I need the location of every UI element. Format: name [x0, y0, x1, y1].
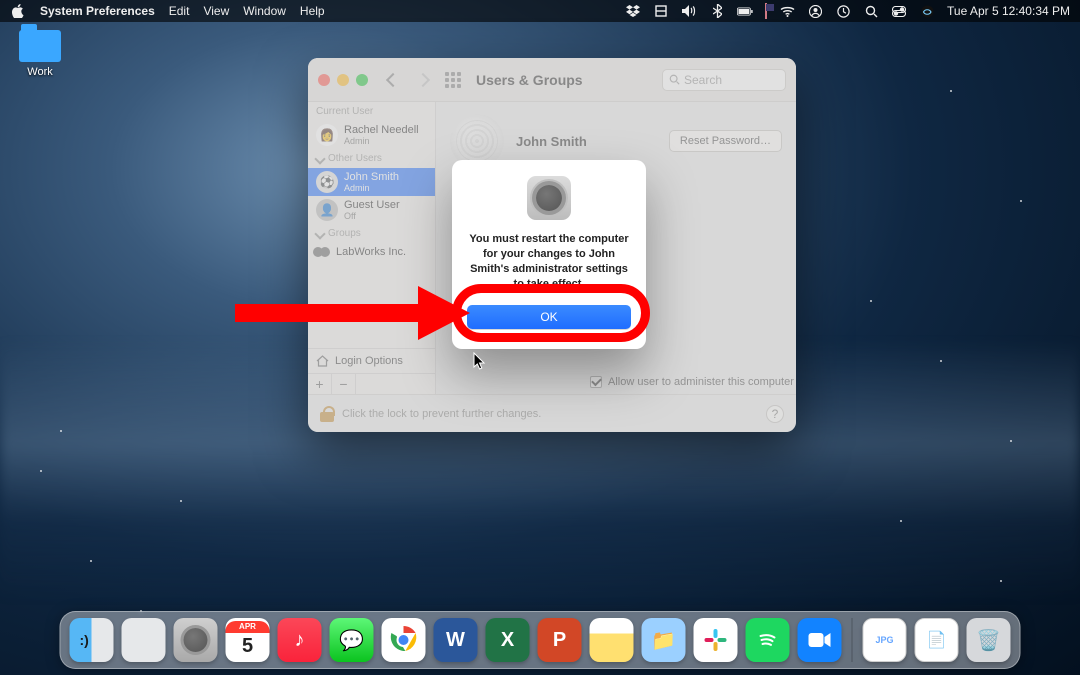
- menu-window[interactable]: Window: [243, 4, 286, 18]
- dropbox-icon[interactable]: [625, 3, 641, 19]
- menu-edit[interactable]: Edit: [169, 4, 190, 18]
- login-options-label: Login Options: [335, 355, 403, 367]
- remove-user-button[interactable]: −: [332, 374, 356, 394]
- menu-clock[interactable]: Tue Apr 5 12:40:34 PM: [947, 4, 1070, 18]
- sidebar-group-labworks[interactable]: LabWorks Inc.: [308, 243, 435, 261]
- window-title: Users & Groups: [476, 72, 583, 88]
- dock-zoom-icon[interactable]: [798, 618, 842, 662]
- bluetooth-icon[interactable]: [709, 3, 725, 19]
- folder-label: Work: [12, 66, 68, 78]
- calendar-day-label: 5: [242, 633, 253, 659]
- lock-icon[interactable]: [320, 406, 334, 422]
- dock-launchpad-icon[interactable]: [122, 618, 166, 662]
- calendar-month-label: APR: [226, 621, 270, 633]
- groups-header: Groups: [308, 224, 435, 243]
- system-preferences-app-icon: [527, 176, 571, 220]
- siri-icon[interactable]: [919, 3, 935, 19]
- search-input[interactable]: Search: [662, 69, 786, 91]
- checkbox-icon: [590, 376, 602, 388]
- house-icon: [316, 355, 329, 367]
- show-all-button[interactable]: [442, 69, 464, 91]
- dock-recent-doc-icon[interactable]: JPG: [863, 618, 907, 662]
- battery-icon[interactable]: [737, 3, 753, 19]
- dock-calendar-icon[interactable]: APR5: [226, 618, 270, 662]
- current-user-header: Current User: [308, 102, 435, 121]
- avatar-icon: 👩: [316, 124, 338, 146]
- dock-system-preferences-icon[interactable]: [174, 618, 218, 662]
- desktop-folder-work[interactable]: Work: [12, 30, 68, 78]
- lock-text: Click the lock to prevent further change…: [342, 408, 541, 420]
- search-placeholder: Search: [684, 73, 722, 87]
- app-menu[interactable]: System Preferences: [40, 4, 155, 18]
- apple-menu-icon[interactable]: [10, 3, 26, 19]
- user-name-label: John Smith: [344, 171, 399, 183]
- restart-required-dialog: You must restart the computer for your c…: [452, 160, 646, 349]
- window-titlebar: Users & Groups Search: [308, 58, 796, 102]
- sidebar-user-john-smith[interactable]: ⚽ John Smith Admin: [308, 168, 435, 196]
- avatar-icon: 👤: [316, 199, 338, 221]
- user-role-label: Off: [344, 211, 400, 221]
- group-name-label: LabWorks Inc.: [336, 246, 406, 258]
- add-user-button[interactable]: +: [308, 374, 332, 394]
- user-name-label: Rachel Needell: [344, 124, 419, 136]
- sidebar-user-guest[interactable]: 👤 Guest User Off: [308, 196, 435, 224]
- help-button[interactable]: ?: [766, 405, 784, 423]
- dock-messages-icon[interactable]: 💬: [330, 618, 374, 662]
- selected-user-name: John Smith: [516, 134, 587, 149]
- dock-separator: [852, 618, 853, 662]
- wifi-icon[interactable]: [779, 3, 795, 19]
- dock-word-icon[interactable]: W: [434, 618, 478, 662]
- window-minimize-button[interactable]: [337, 74, 349, 86]
- input-flag-icon[interactable]: [765, 4, 767, 18]
- window-footer: Click the lock to prevent further change…: [308, 394, 796, 432]
- user-role-label: Admin: [344, 183, 399, 193]
- user-switch-icon[interactable]: [807, 3, 823, 19]
- dock-excel-icon[interactable]: X: [486, 618, 530, 662]
- other-users-header: Other Users: [308, 149, 435, 168]
- dock-trash-icon[interactable]: 🗑️: [967, 618, 1011, 662]
- dock-music-icon[interactable]: ♪: [278, 618, 322, 662]
- dialog-message: You must restart the computer for your c…: [466, 232, 632, 291]
- forward-button[interactable]: [412, 69, 434, 91]
- dock-slack-icon[interactable]: [694, 618, 738, 662]
- dock-recent-doc-icon[interactable]: 📄: [915, 618, 959, 662]
- reset-password-button[interactable]: Reset Password…: [669, 130, 782, 152]
- window-close-button[interactable]: [318, 74, 330, 86]
- group-icon: [316, 247, 330, 257]
- login-options-button[interactable]: Login Options: [308, 348, 435, 373]
- menu-bar: System Preferences Edit View Window Help…: [0, 0, 1080, 22]
- window-zoom-button[interactable]: [356, 74, 368, 86]
- user-role-label: Admin: [344, 136, 419, 146]
- back-button[interactable]: [382, 69, 404, 91]
- spotlight-icon[interactable]: [863, 3, 879, 19]
- sidebar-current-user[interactable]: 👩 Rachel Needell Admin: [308, 121, 435, 149]
- menu-view[interactable]: View: [203, 4, 229, 18]
- dock-finder-icon[interactable]: [70, 618, 114, 662]
- dock-spotify-icon[interactable]: [746, 618, 790, 662]
- users-sidebar: Current User 👩 Rachel Needell Admin Othe…: [308, 102, 436, 394]
- dock-powerpoint-icon[interactable]: P: [538, 618, 582, 662]
- box-status-icon[interactable]: [653, 3, 669, 19]
- folder-icon: [19, 30, 61, 62]
- dock-chrome-icon[interactable]: [382, 618, 426, 662]
- volume-icon[interactable]: [681, 3, 697, 19]
- dock: APR5 ♪ 💬 W X P 📁 JPG 📄 🗑️: [60, 611, 1021, 669]
- user-name-label: Guest User: [344, 199, 400, 211]
- admin-checkbox-row[interactable]: Allow user to administer this computer: [590, 376, 794, 388]
- ok-button[interactable]: OK: [467, 305, 631, 329]
- clock-status-icon[interactable]: [835, 3, 851, 19]
- desktop: System Preferences Edit View Window Help…: [0, 0, 1080, 675]
- admin-checkbox-label: Allow user to administer this computer: [608, 376, 794, 388]
- menu-help[interactable]: Help: [300, 4, 325, 18]
- dock-folder-icon[interactable]: 📁: [642, 618, 686, 662]
- dock-notes-icon[interactable]: [590, 618, 634, 662]
- control-center-icon[interactable]: [891, 3, 907, 19]
- avatar-icon: ⚽: [316, 171, 338, 193]
